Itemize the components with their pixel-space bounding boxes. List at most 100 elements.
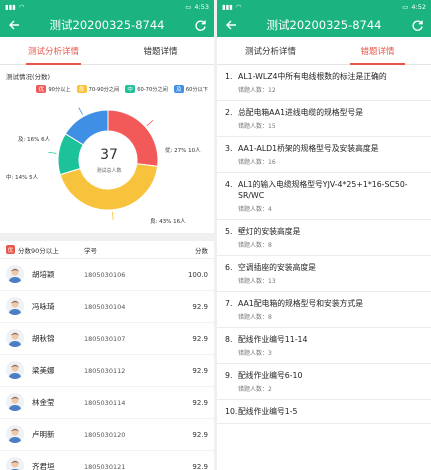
question-text: AA1-ALD1桥架的规格型号及安装高度是 bbox=[238, 144, 379, 153]
section-divider bbox=[0, 233, 214, 241]
chart-legend: 优 90分以上 良 70-90分之间 中 60-70分之间 及 60分以下 bbox=[0, 81, 214, 93]
question-text: 配线作业编号6-10 bbox=[238, 371, 303, 380]
student-row[interactable]: 齐君垣 1805030121 92.9 bbox=[0, 451, 214, 470]
question-title: 1. AL1-WLZ4中所有电线根数的标注是正确的 bbox=[225, 71, 423, 82]
question-item[interactable]: 8. 配线作业编号11-14 错题人数：3 bbox=[217, 328, 431, 364]
status-time: 4:53 bbox=[194, 2, 209, 11]
battery-icon: ▭ bbox=[185, 2, 192, 11]
question-item[interactable]: 7. AA1配电箱的规格型号和安装方式是 错题人数：8 bbox=[217, 292, 431, 328]
avatar bbox=[6, 329, 24, 347]
student-score: 92.9 bbox=[192, 430, 208, 439]
question-number: 10. bbox=[225, 407, 238, 416]
student-row[interactable]: 胡秋锦 1805030107 92.9 bbox=[0, 323, 214, 355]
wrong-questions-panel: ▮▮▮ ◠ ▭ 4:52 测试20200325-8744 测试分析详情 错题详情… bbox=[217, 0, 431, 470]
status-icons-right: ▭ 4:52 bbox=[402, 3, 426, 11]
student-score: 92.9 bbox=[192, 462, 208, 470]
app-bar: 测试20200325-8744 bbox=[217, 13, 431, 37]
status-bar: ▮▮▮ ◠ ▭ 4:52 bbox=[217, 0, 431, 13]
student-id: 1805030106 bbox=[84, 270, 126, 279]
student-row[interactable]: 林金莹 1805030114 92.9 bbox=[0, 387, 214, 419]
question-item[interactable]: 2. 总配电箱AA1进线电缆的规格型号是 错题人数：15 bbox=[217, 101, 431, 137]
screenshot-pair: ▮▮▮ ◠ ▭ 4:53 测试20200325-8744 测试分析详情 错题详情… bbox=[0, 0, 431, 470]
legend-flag: 优 bbox=[36, 85, 47, 93]
avatar bbox=[6, 297, 24, 315]
student-score: 92.9 bbox=[192, 334, 208, 343]
avatar bbox=[6, 425, 24, 443]
refresh-icon[interactable] bbox=[409, 17, 425, 33]
legend-flag: 及 bbox=[173, 85, 184, 93]
refresh-icon[interactable] bbox=[192, 17, 208, 33]
slice-label-pass: 及: 16% 6人 bbox=[18, 137, 51, 143]
question-title: 7. AA1配电箱的规格型号和安装方式是 bbox=[225, 298, 423, 309]
question-item[interactable]: 6. 空调插座的安装高度是 错题人数：13 bbox=[217, 256, 431, 292]
student-name: 卢明新 bbox=[32, 430, 55, 439]
status-icons-left: ▮▮▮ ◠ bbox=[222, 3, 241, 11]
battery-icon: ▭ bbox=[402, 2, 409, 11]
question-title: 10. 配线作业编号1-5 bbox=[225, 406, 423, 417]
avatar bbox=[6, 361, 24, 379]
student-list: 胡培颖 1805030106 100.0 冯咏琦 1805030104 92.9 胡秋锦 18… bbox=[0, 259, 214, 470]
question-title: 3. AA1-ALD1桥架的规格型号及安装高度是 bbox=[225, 143, 423, 154]
page-title: 测试20200325-8744 bbox=[266, 18, 382, 32]
stats-heading: 测试情况(分数) bbox=[6, 73, 51, 81]
tab-bar: 测试分析详情 错题详情 bbox=[0, 37, 214, 65]
student-id: 1805030121 bbox=[84, 462, 126, 470]
status-time: 4:52 bbox=[411, 2, 426, 11]
wrong-count: 错题人数：4 bbox=[238, 206, 272, 213]
tab-wrong-questions[interactable]: 错题详情 bbox=[107, 37, 214, 64]
back-arrow-icon[interactable] bbox=[6, 17, 22, 33]
student-id: 1805030114 bbox=[84, 398, 126, 407]
legend-label: 60-70分之间 bbox=[137, 86, 168, 93]
student-name: 林金莹 bbox=[32, 398, 55, 407]
tab-wrong-questions[interactable]: 错题详情 bbox=[324, 37, 431, 65]
question-list: 1. AL1-WLZ4中所有电线根数的标注是正确的 错题人数：12 2. 总配电箱AA1… bbox=[217, 65, 431, 424]
question-title: 2. 总配电箱AA1进线电缆的规格型号是 bbox=[225, 107, 423, 118]
signal-icon: ▮▮▮ bbox=[5, 2, 16, 11]
slice-good-leader bbox=[112, 211, 114, 220]
column-header-sid: 学号 bbox=[84, 246, 97, 255]
wrong-count: 错题人数：2 bbox=[238, 386, 272, 393]
ring-total: 37 bbox=[100, 147, 118, 163]
student-score: 100.0 bbox=[187, 270, 208, 279]
question-number: 7. bbox=[225, 299, 233, 308]
question-item[interactable]: 3. AA1-ALD1桥架的规格型号及安装高度是 错题人数：16 bbox=[217, 137, 431, 173]
legend-item-pass: 及 60分以下 bbox=[173, 85, 208, 93]
question-text: 总配电箱AA1进线电缆的规格型号是 bbox=[238, 108, 363, 117]
wrong-count: 错题人数：12 bbox=[238, 87, 276, 94]
score-ring-chart: 37 测试总人数 优: 27% 10人 良: 43% 16人 中: 14% 5人… bbox=[0, 93, 214, 233]
question-item[interactable]: 9. 配线作业编号6-10 错题人数：2 bbox=[217, 364, 431, 400]
question-item[interactable]: 5. 壁灯的安装高度是 错题人数：8 bbox=[217, 220, 431, 256]
avatar bbox=[6, 265, 24, 283]
slice-label-excellent: 优: 27% 10人 bbox=[165, 148, 201, 154]
question-number: 8. bbox=[225, 335, 233, 344]
question-text: AL1-WLZ4中所有电线根数的标注是正确的 bbox=[238, 72, 387, 81]
app-bar: 测试20200325-8744 bbox=[0, 13, 214, 37]
student-score: 92.9 bbox=[192, 366, 208, 375]
question-item[interactable]: 4. AL1的输入电缆规格型号YJV-4*25+1*16-SC50-SR/WC 错题… bbox=[217, 173, 431, 220]
student-name: 齐君垣 bbox=[32, 462, 55, 470]
student-row[interactable]: 梁美娜 1805030112 92.9 bbox=[0, 355, 214, 387]
question-title: 9. 配线作业编号6-10 bbox=[225, 370, 423, 381]
wrong-count: 错题人数：8 bbox=[238, 242, 272, 249]
question-text: 空调插座的安装高度是 bbox=[238, 263, 316, 272]
tab-analysis[interactable]: 测试分析详情 bbox=[0, 37, 107, 65]
student-row[interactable]: 冯咏琦 1805030104 92.9 bbox=[0, 291, 214, 323]
student-row[interactable]: 卢明新 1805030120 92.9 bbox=[0, 419, 214, 451]
column-header-score: 分数 bbox=[195, 246, 208, 255]
legend-flag: 中 bbox=[125, 85, 136, 93]
student-row[interactable]: 胡培颖 1805030106 100.0 bbox=[0, 259, 214, 291]
back-arrow-icon[interactable] bbox=[223, 17, 239, 33]
legend-flag: 良 bbox=[76, 85, 87, 93]
question-item[interactable]: 10. 配线作业编号1-5 bbox=[217, 400, 431, 424]
student-list-header: 优 分数90分以上 学号 分数 bbox=[0, 241, 214, 259]
question-text: 壁灯的安装高度是 bbox=[238, 227, 301, 236]
question-number: 5. bbox=[225, 227, 233, 236]
tab-analysis[interactable]: 测试分析详情 bbox=[217, 37, 324, 64]
group-label: 分数90分以上 bbox=[18, 246, 59, 255]
group-flag: 优 bbox=[6, 245, 15, 254]
wifi-icon: ◠ bbox=[235, 2, 242, 11]
question-text: 配线作业编号11-14 bbox=[238, 335, 308, 344]
question-item[interactable]: 1. AL1-WLZ4中所有电线根数的标注是正确的错题人数：12 bbox=[217, 65, 431, 101]
status-icons-right: ▭ 4:53 bbox=[185, 3, 209, 11]
status-icons-left: ▮▮▮ ◠ bbox=[5, 3, 24, 11]
